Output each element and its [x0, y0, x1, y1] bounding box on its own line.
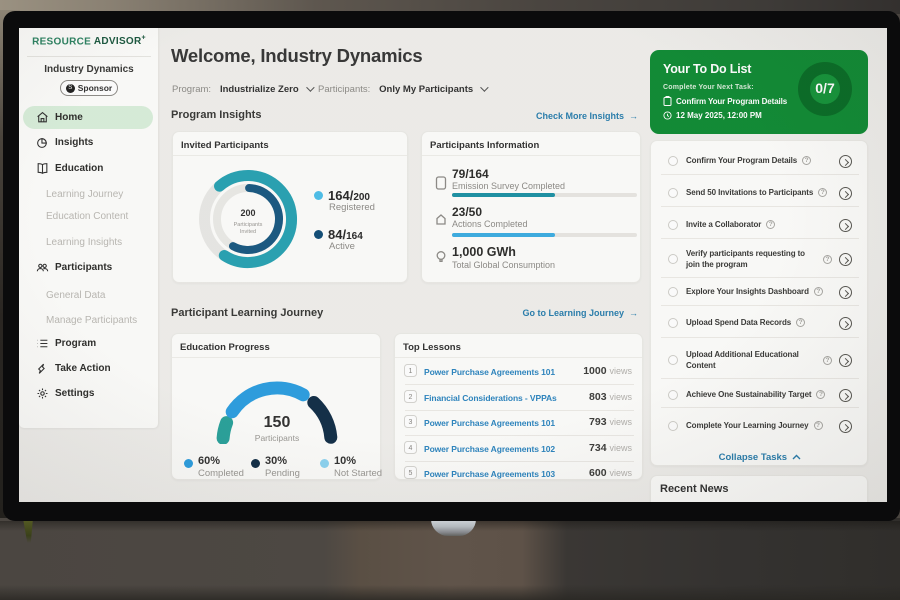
svg-text:Invited: Invited [240, 229, 256, 235]
svg-text:Participants: Participants [234, 222, 263, 228]
svg-text:150: 150 [264, 414, 291, 431]
svg-text:Participants: Participants [255, 433, 299, 443]
svg-text:200: 200 [240, 208, 255, 218]
